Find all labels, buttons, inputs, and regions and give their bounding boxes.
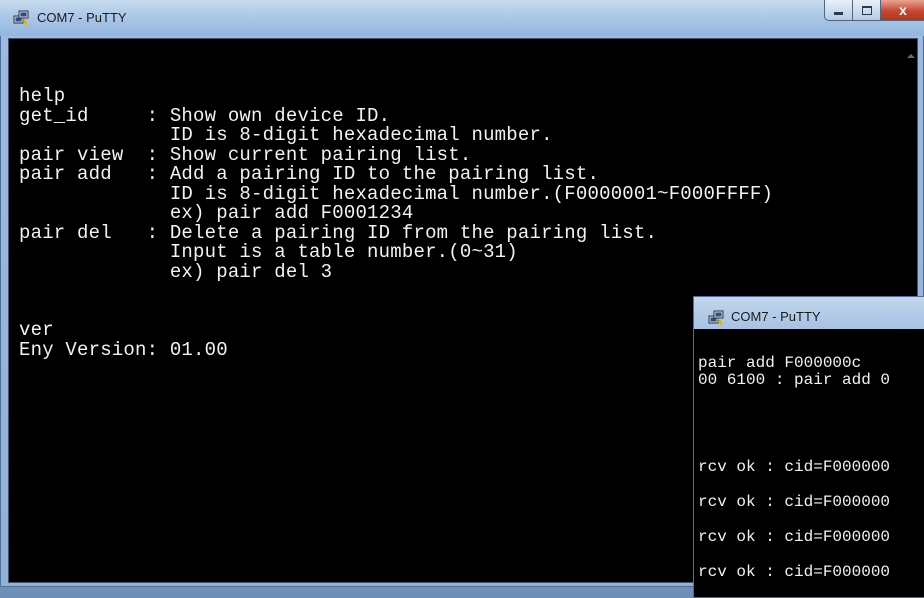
maximize-icon <box>861 5 872 15</box>
title-bar[interactable]: COM7 - PuTTY x <box>0 0 924 36</box>
terminal-line: ID is 8-digit hexadecimal number. <box>19 124 553 146</box>
terminal-line: rcv ok : cid=F000000 <box>698 493 891 511</box>
scroll-up-icon[interactable] <box>907 54 915 58</box>
minimize-button[interactable] <box>824 0 853 21</box>
window-title: COM7 - PuTTY <box>37 10 127 25</box>
terminal-line: ex) pair add F0001234 <box>19 202 414 224</box>
terminal-line: pair add : Add a pairing ID to the pairi… <box>19 163 600 185</box>
terminal-line: Input is a table number.(0~31) <box>19 241 518 263</box>
terminal-output: help get_id : Show own device ID. ID is 8… <box>19 85 773 361</box>
close-button[interactable]: x <box>881 0 924 21</box>
terminal-line: rcv ok : cid=F000000 <box>698 563 891 581</box>
terminal-line: rcv ok : cid=F000000 <box>698 458 891 476</box>
putty-icon <box>13 10 29 26</box>
terminal-line: ver <box>19 319 54 341</box>
title-bar[interactable]: COM7 - PuTTY <box>694 297 924 327</box>
window-title: COM7 - PuTTY <box>731 309 821 324</box>
terminal-line: ex) pair del 3 <box>19 260 333 283</box>
putty-second-window[interactable]: COM7 - PuTTY pair add F000000c 00 6100 :… <box>693 296 924 598</box>
terminal-area[interactable]: pair add F000000c 00 6100 : pair add 0 r… <box>694 329 924 597</box>
close-icon: x <box>899 2 907 18</box>
terminal-line: rcv ok : cid=F000000 <box>698 528 891 546</box>
putty-icon <box>708 310 724 326</box>
terminal-line: pair add F000000c <box>698 354 862 372</box>
caption-buttons: x <box>824 0 924 22</box>
terminal-line: Eny Version: 01.00 <box>19 338 228 361</box>
minimize-icon <box>834 12 843 15</box>
maximize-button[interactable] <box>853 0 881 21</box>
terminal-line: 00 6100 : pair add 0 <box>698 371 891 389</box>
terminal-line: help <box>19 85 66 107</box>
